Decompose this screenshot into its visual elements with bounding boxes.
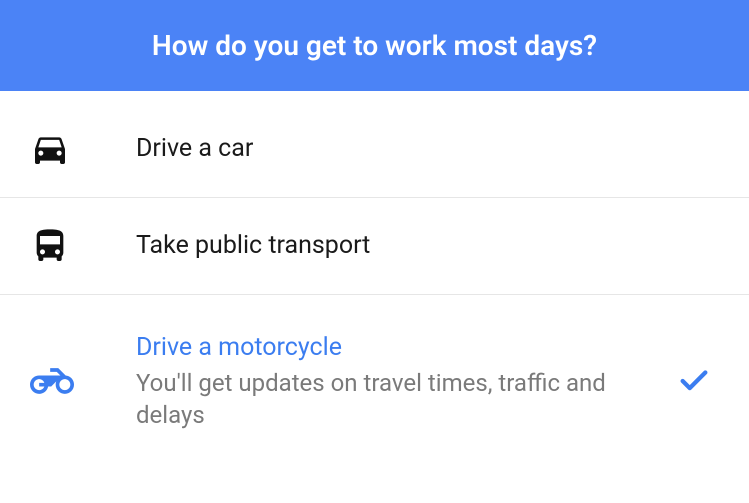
check-icon	[669, 364, 719, 398]
option-label: Drive a car	[136, 132, 669, 166]
option-motorcycle[interactable]: Drive a motorcycle You'll get updates on…	[0, 295, 749, 460]
car-icon	[30, 129, 76, 169]
option-drive-car[interactable]: Drive a car	[0, 101, 749, 198]
options-list: Drive a car Take public transport Drive …	[0, 91, 749, 460]
option-content: Drive a car	[76, 132, 669, 166]
option-subtitle: You'll get updates on travel times, traf…	[136, 367, 669, 432]
option-label: Drive a motorcycle	[136, 331, 669, 365]
question-text: How do you get to work most days?	[152, 29, 597, 62]
question-header: How do you get to work most days?	[0, 0, 749, 91]
option-content: Drive a motorcycle You'll get updates on…	[76, 331, 669, 432]
option-content: Take public transport	[76, 229, 669, 263]
option-label: Take public transport	[136, 229, 669, 263]
motorcycle-icon	[30, 359, 76, 403]
option-public-transport[interactable]: Take public transport	[0, 198, 749, 295]
bus-icon	[30, 226, 76, 266]
